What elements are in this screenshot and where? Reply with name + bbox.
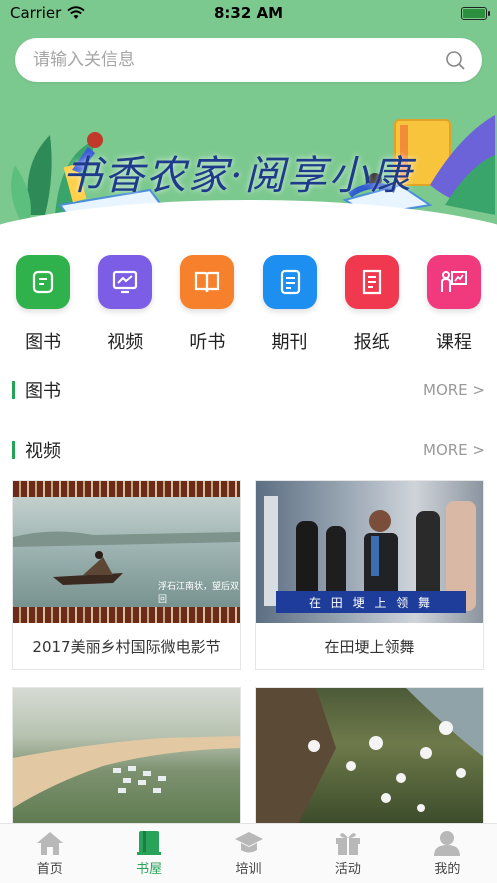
video-thumbnail[interactable]: 浮石江南状，望后双回: [13, 481, 240, 623]
category-newspapers[interactable]: 报纸: [337, 255, 407, 354]
bookshelf-icon: [137, 831, 162, 855]
search-bar[interactable]: [15, 38, 482, 82]
tab-profile[interactable]: 我的: [398, 824, 497, 883]
category-journals[interactable]: 期刊: [255, 255, 325, 354]
search-icon[interactable]: [444, 49, 466, 71]
category-videos[interactable]: 视频: [90, 255, 160, 354]
user-icon: [434, 831, 461, 856]
carrier-label: Carrier: [10, 4, 62, 22]
section-books-header: 图书 MORE >: [12, 377, 485, 403]
video-title: 在田埂上领舞: [324, 637, 415, 656]
section-accent-bar: [12, 381, 15, 399]
category-label: 课程: [435, 332, 472, 353]
section-title: 视频: [25, 441, 61, 462]
home-icon: [36, 832, 63, 855]
tab-label: 活动: [334, 862, 361, 877]
video-card[interactable]: 在 田 埂 上 领 舞 在田埂上领舞: [255, 480, 484, 670]
tab-label: 首页: [36, 862, 63, 877]
open-book-icon: [180, 255, 235, 309]
video-card[interactable]: [12, 687, 241, 827]
tab-training[interactable]: 培训: [199, 824, 298, 883]
tab-label: 我的: [434, 862, 461, 877]
book-icon: [16, 255, 71, 309]
video-title: 2017美丽乡村国际微电影节: [32, 637, 221, 656]
video-thumbnail[interactable]: [256, 688, 483, 826]
tab-bookshelf[interactable]: 书屋: [99, 824, 198, 883]
wifi-icon: [67, 6, 85, 19]
books-more-link[interactable]: MORE >: [423, 381, 485, 399]
status-bar: Carrier 8:32 AM: [0, 0, 497, 26]
section-accent-bar: [12, 441, 15, 459]
search-input[interactable]: [33, 50, 444, 70]
category-label: 报纸: [353, 332, 390, 353]
category-label: 期刊: [271, 332, 308, 353]
header-banner: Carrier 8:32 AM 书香农家·阅享小康: [0, 0, 497, 248]
newspaper-icon: [344, 255, 399, 309]
video-thumbnail[interactable]: [13, 688, 240, 826]
video-overlay-text: 在 田 埂 上 领 舞: [276, 591, 466, 613]
category-audiobooks[interactable]: 听书: [172, 255, 242, 354]
tab-activities[interactable]: 活动: [298, 824, 397, 883]
tab-home[interactable]: 首页: [0, 824, 99, 883]
category-courses[interactable]: 课程: [419, 255, 489, 354]
category-label: 视频: [107, 332, 144, 353]
category-label: 听书: [189, 332, 226, 353]
video-card[interactable]: 浮石江南状，望后双回 2017美丽乡村国际微电影节: [12, 480, 241, 670]
teacher-board-icon: [426, 255, 481, 309]
tab-label: 培训: [235, 862, 262, 877]
section-videos-header: 视频 MORE >: [12, 437, 485, 463]
gift-icon: [335, 833, 360, 855]
graduation-cap-icon: [234, 832, 263, 853]
category-books[interactable]: 图书: [8, 255, 78, 354]
section-title: 图书: [25, 381, 61, 402]
banner-title: 书香农家·阅享小康: [62, 153, 413, 199]
monitor-chart-icon: [98, 255, 153, 309]
tab-bar: 首页 书屋 培训 活动 我的: [0, 823, 497, 883]
tab-label: 书屋: [136, 862, 163, 877]
videos-more-link[interactable]: MORE >: [423, 441, 485, 459]
journal-icon: [262, 255, 317, 309]
category-grid: 图书 视频 听书 期刊 报纸 课程: [0, 255, 497, 354]
video-card[interactable]: [255, 687, 484, 827]
video-overlay-text: 浮石江南状，望后双回: [158, 582, 240, 605]
battery-icon: [461, 6, 490, 20]
video-thumbnail[interactable]: 在 田 埂 上 领 舞: [256, 481, 483, 623]
category-label: 图书: [25, 332, 62, 353]
